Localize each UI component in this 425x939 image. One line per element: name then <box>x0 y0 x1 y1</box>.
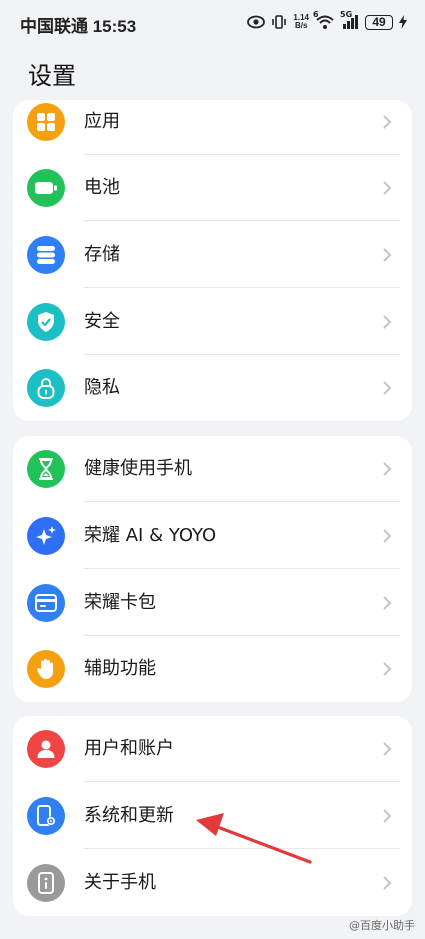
settings-item-about-phone[interactable]: 关于手机 <box>13 850 412 916</box>
charging-icon <box>399 15 407 29</box>
settings-item-label: 系统和更新 <box>84 805 174 826</box>
settings-item-security[interactable]: 安全 <box>13 289 412 355</box>
chevron-right-icon <box>383 809 392 823</box>
settings-item-label: 荣耀卡包 <box>84 592 156 613</box>
divider <box>84 501 400 502</box>
vibrate-icon <box>271 14 287 30</box>
sparkle-icon <box>27 517 65 555</box>
eye-icon <box>247 15 266 29</box>
net-speed-unit: B/s <box>294 21 308 30</box>
settings-item-label: 辅助功能 <box>84 658 156 679</box>
lock-icon <box>27 369 65 407</box>
hand-icon <box>27 650 65 688</box>
shield-icon <box>27 303 65 341</box>
status-bar: 中国联通 15:53 1.14 B/s 6 5G 49 <box>0 0 425 44</box>
divider <box>84 848 400 849</box>
chevron-right-icon <box>383 529 392 543</box>
storage-icon <box>27 236 65 274</box>
chevron-right-icon <box>383 876 392 890</box>
divider <box>84 220 400 221</box>
settings-item-system-updates[interactable]: 系统和更新 <box>13 783 412 849</box>
phone-settings-icon <box>27 797 65 835</box>
wifi-icon: 6 <box>313 10 335 30</box>
signal-tag: 5G <box>340 10 353 19</box>
chevron-right-icon <box>383 662 392 676</box>
hourglass-icon <box>27 450 65 488</box>
settings-item-accessibility[interactable]: 辅助功能 <box>13 636 412 702</box>
settings-group-1: 应用 电池 存储 安全 隐私 <box>13 100 412 421</box>
chevron-right-icon <box>383 742 392 756</box>
apps-icon <box>27 103 65 141</box>
carrier-time: 中国联通 15:53 <box>20 17 137 36</box>
watermark: @百度小助手 <box>349 917 415 933</box>
settings-item-battery[interactable]: 电池 <box>13 155 412 221</box>
chevron-right-icon <box>383 115 392 129</box>
signal-icon: 5G <box>340 10 359 30</box>
chevron-right-icon <box>383 181 392 195</box>
settings-item-storage[interactable]: 存储 <box>13 222 412 288</box>
divider <box>84 568 400 569</box>
wifi-tag: 6 <box>313 10 319 19</box>
settings-item-label: 用户和账户 <box>84 738 174 759</box>
divider <box>84 287 400 288</box>
settings-item-label: 安全 <box>84 311 120 332</box>
settings-item-privacy[interactable]: 隐私 <box>13 355 412 421</box>
settings-item-label: 应用 <box>84 111 120 132</box>
settings-group-2: 健康使用手机 荣耀 AI & YOYO 荣耀卡包 辅助功能 <box>13 436 412 702</box>
settings-item-label: 隐私 <box>84 377 120 398</box>
divider <box>84 781 400 782</box>
settings-item-label: 健康使用手机 <box>84 458 192 479</box>
chevron-right-icon <box>383 381 392 395</box>
page-title: 设置 <box>28 62 76 90</box>
settings-item-digital-balance[interactable]: 健康使用手机 <box>13 436 412 502</box>
chevron-right-icon <box>383 315 392 329</box>
chevron-right-icon <box>383 248 392 262</box>
battery-icon <box>27 169 65 207</box>
battery-icon: 49 <box>365 14 393 30</box>
chevron-right-icon <box>383 462 392 476</box>
chevron-right-icon <box>383 596 392 610</box>
settings-item-apps[interactable]: 应用 <box>13 100 412 155</box>
settings-item-label: 电池 <box>84 177 120 198</box>
settings-item-honor-wallet[interactable]: 荣耀卡包 <box>13 570 412 636</box>
settings-item-label: 关于手机 <box>84 872 156 893</box>
settings-item-label: 荣耀 AI & YOYO <box>84 525 217 546</box>
settings-item-users-accounts[interactable]: 用户和账户 <box>13 716 412 782</box>
settings-item-label: 存储 <box>84 244 120 265</box>
watermark-text: @百度小助手 <box>349 919 415 932</box>
user-icon <box>27 730 65 768</box>
settings-item-honor-ai-yoyo[interactable]: 荣耀 AI & YOYO <box>13 503 412 569</box>
info-icon <box>27 864 65 902</box>
net-speed: 1.14 B/s <box>293 14 309 30</box>
status-icons: 1.14 B/s 6 5G 49 <box>247 10 407 33</box>
wallet-icon <box>27 584 65 622</box>
settings-group-3: 用户和账户 系统和更新 关于手机 <box>13 716 412 916</box>
